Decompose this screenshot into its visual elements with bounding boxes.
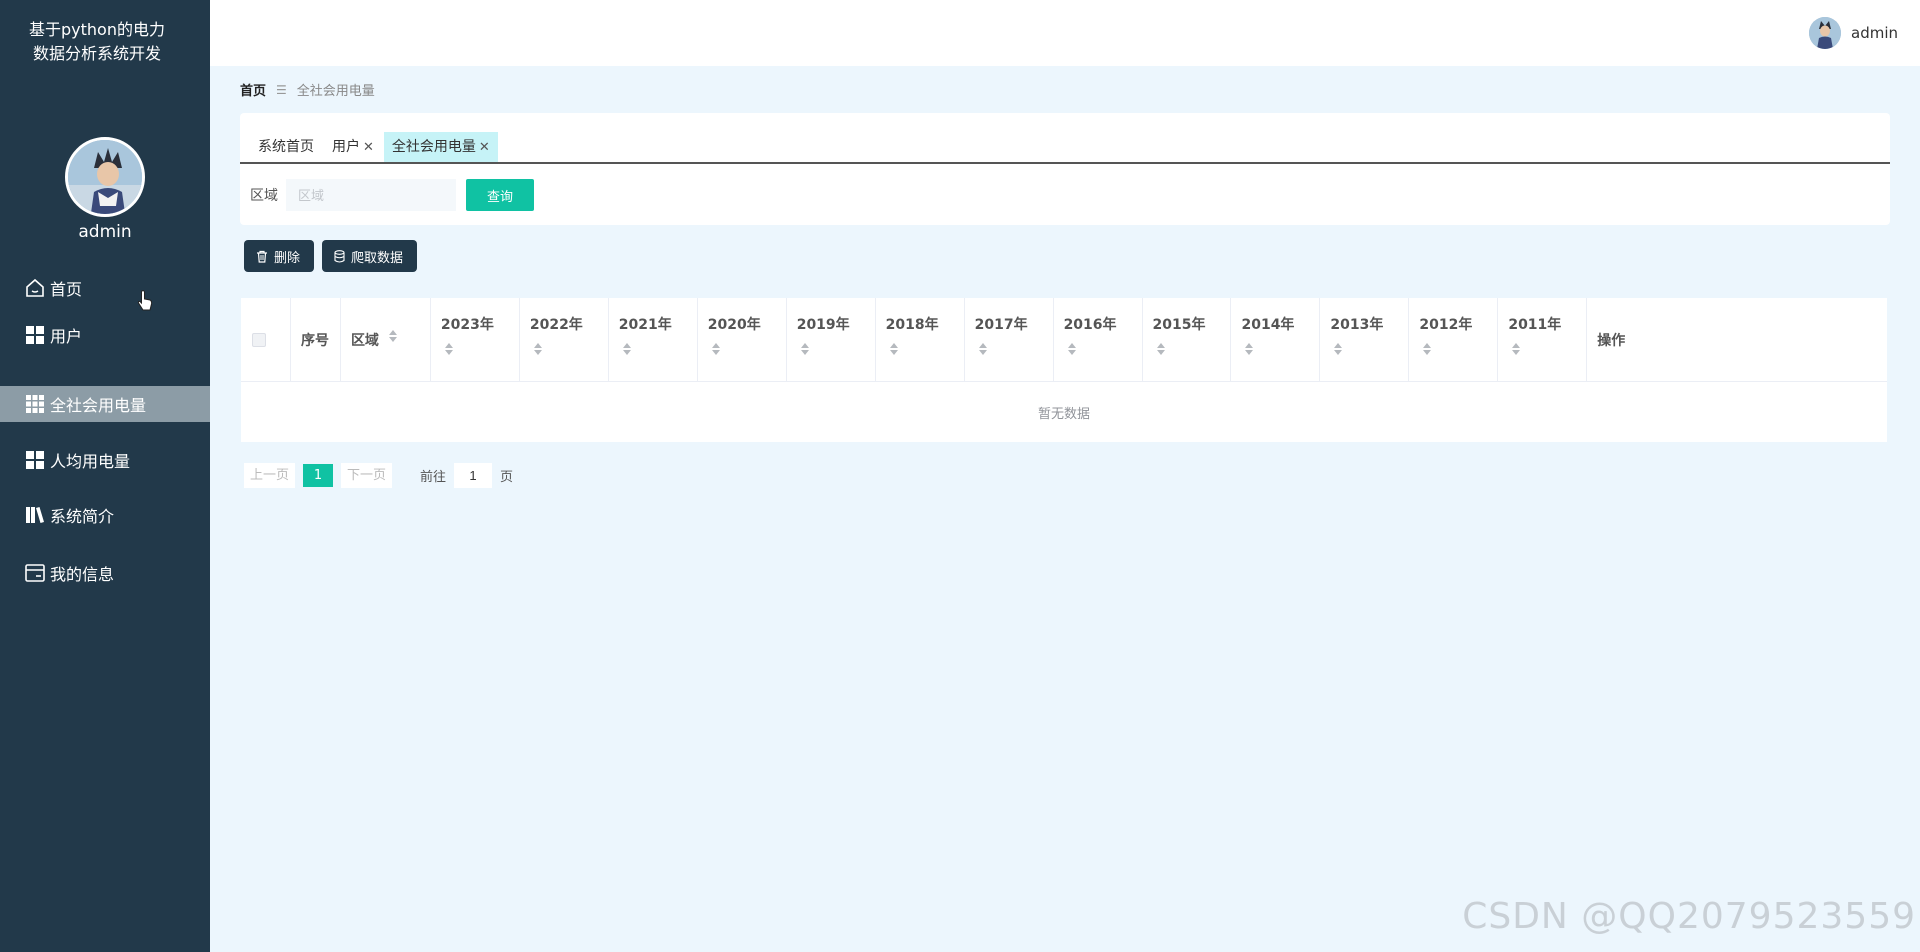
sidebar-item-label: 首页 — [50, 280, 83, 299]
sidebar-username: admin — [78, 222, 132, 242]
data-table: 序号 区域 2023年 2022年 2021年 2020年 2019年 2018… — [241, 298, 1887, 442]
column-header-sortable[interactable]: 区域 — [341, 298, 431, 381]
app-title-line2: 数据分析系统开发 — [32, 44, 161, 63]
tab-users[interactable]: 用户 ✕ — [324, 132, 382, 162]
sidebar-item-users[interactable]: 用户 — [0, 317, 210, 353]
column-header-sortable[interactable]: 2012年 — [1409, 298, 1499, 381]
column-header-sortable[interactable]: 2020年 — [698, 298, 787, 381]
column-header-sortable[interactable]: 2016年 — [1054, 298, 1143, 381]
sidebar: 基于python的电力 数据分析系统开发 admin 首页 用户 全社会用电量 … — [0, 0, 210, 952]
column-header: 操作 — [1597, 333, 1626, 349]
select-all-checkbox[interactable] — [252, 333, 266, 347]
app-title: 基于python的电力 数据分析系统开发 — [0, 18, 194, 66]
column-header-sortable[interactable]: 2021年 — [609, 298, 698, 381]
avatar — [1809, 17, 1841, 49]
sidebar-item-about[interactable]: 系统简介 — [0, 497, 210, 533]
sort-caret-icon[interactable] — [800, 343, 809, 355]
grid-icon — [24, 325, 45, 346]
page-number-button[interactable]: 1 — [303, 464, 334, 487]
sidebar-item-label: 全社会用电量 — [50, 396, 147, 415]
sort-caret-icon[interactable] — [978, 343, 987, 355]
sidebar-item-label: 系统简介 — [50, 507, 115, 526]
trash-icon — [256, 250, 268, 263]
mouse-cursor-icon — [137, 290, 153, 316]
column-header-sortable[interactable]: 2022年 — [520, 298, 609, 381]
top-bar: admin — [210, 0, 1920, 66]
prev-page-button[interactable]: 上一页 — [244, 463, 296, 488]
tab-label: 系统首页 — [258, 139, 314, 155]
table-header: 序号 区域 2023年 2022年 2021年 2020年 2019年 2018… — [241, 298, 1887, 382]
empty-state: 暂无数据 — [1037, 406, 1090, 422]
pagination: 上一页 1 下一页 前往 页 — [244, 463, 513, 488]
sort-caret-icon[interactable] — [622, 343, 631, 355]
crawl-data-button[interactable]: 爬取数据 — [322, 240, 418, 272]
search-label: 区域 — [250, 188, 278, 204]
sort-caret-icon[interactable] — [1512, 343, 1521, 355]
region-search-input[interactable] — [286, 179, 456, 211]
tabs-search-card: 系统首页 用户✕ 全社会用电量✕ 区域 查询 — [240, 113, 1890, 225]
goto-page-input[interactable] — [454, 463, 493, 488]
sort-caret-icon[interactable] — [533, 343, 542, 355]
delete-label: 删除 — [274, 249, 301, 265]
breadcrumb-current: 全社会用电量 — [296, 84, 375, 99]
grid-icon — [24, 450, 45, 471]
column-header-sortable[interactable]: 2018年 — [876, 298, 965, 381]
sidebar-item-label: 用户 — [50, 327, 83, 346]
crawl-data-label: 爬取数据 — [351, 249, 404, 265]
sort-caret-icon[interactable] — [1067, 343, 1076, 355]
sort-caret-icon[interactable] — [388, 330, 397, 342]
query-button[interactable]: 查询 — [466, 179, 534, 211]
goto-suffix: 页 — [500, 470, 514, 485]
column-header-sortable[interactable]: 2015年 — [1143, 298, 1232, 381]
column-header-sortable[interactable]: 2014年 — [1231, 298, 1321, 381]
sort-caret-icon[interactable] — [889, 343, 898, 355]
sort-caret-icon[interactable] — [711, 343, 720, 355]
goto-page: 前往 页 — [420, 463, 513, 488]
column-header-sortable[interactable]: 2013年 — [1320, 298, 1410, 381]
sort-caret-icon[interactable] — [1156, 343, 1165, 355]
column-header: 序号 — [291, 298, 341, 381]
tab-bar: 系统首页 用户 ✕ 全社会用电量 ✕ — [240, 131, 1890, 164]
breadcrumb-separator: ☰ — [276, 82, 287, 97]
home-icon — [24, 278, 45, 299]
close-icon[interactable]: ✕ — [363, 140, 374, 155]
app-title-line1: 基于python的电力 — [29, 20, 165, 39]
user-menu[interactable]: admin — [1809, 17, 1898, 49]
breadcrumb-home[interactable]: 首页 — [240, 80, 266, 99]
database-icon — [334, 249, 345, 263]
sidebar-item-label: 人均用电量 — [50, 452, 131, 471]
watermark: CSDN @QQ2079523559 — [1462, 896, 1916, 937]
column-header-sortable[interactable]: 2017年 — [965, 298, 1054, 381]
breadcrumb: 首页 ☰ 全社会用电量 — [240, 80, 375, 100]
action-bar: 删除 爬取数据 — [244, 240, 425, 272]
tab-system-home[interactable]: 系统首页 — [250, 132, 322, 162]
goto-prefix: 前往 — [420, 470, 447, 485]
delete-button[interactable]: 删除 — [244, 240, 315, 272]
column-header-sortable[interactable]: 2011年 — [1498, 298, 1588, 381]
tab-total-power[interactable]: 全社会用电量 ✕ — [383, 132, 498, 162]
tab-label: 用户 — [332, 139, 360, 155]
select-all-cell — [241, 298, 291, 381]
tab-label: 全社会用电量 — [391, 139, 476, 155]
sidebar-item-total-power[interactable]: 全社会用电量 — [0, 386, 210, 422]
header-username: admin — [1851, 24, 1898, 42]
close-icon[interactable]: ✕ — [479, 140, 490, 155]
sidebar-item-my-info[interactable]: 我的信息 — [0, 555, 210, 591]
column-header-sortable[interactable]: 2019年 — [787, 298, 876, 381]
search-row: 区域 查询 — [250, 179, 534, 211]
book-icon — [24, 505, 45, 526]
sidebar-item-label: 我的信息 — [50, 565, 115, 584]
sort-caret-icon[interactable] — [444, 343, 453, 355]
sidebar-item-home[interactable]: 首页 — [0, 270, 210, 306]
sidebar-item-per-capita[interactable]: 人均用电量 — [0, 442, 210, 478]
sort-caret-icon[interactable] — [1245, 343, 1254, 355]
grid9-icon — [24, 394, 45, 415]
sort-caret-icon[interactable] — [1423, 343, 1432, 355]
sidebar-avatar — [65, 137, 145, 217]
card-icon — [24, 563, 45, 584]
sort-caret-icon[interactable] — [1334, 343, 1343, 355]
column-header-sortable[interactable]: 2023年 — [431, 298, 520, 381]
next-page-button[interactable]: 下一页 — [341, 463, 393, 488]
